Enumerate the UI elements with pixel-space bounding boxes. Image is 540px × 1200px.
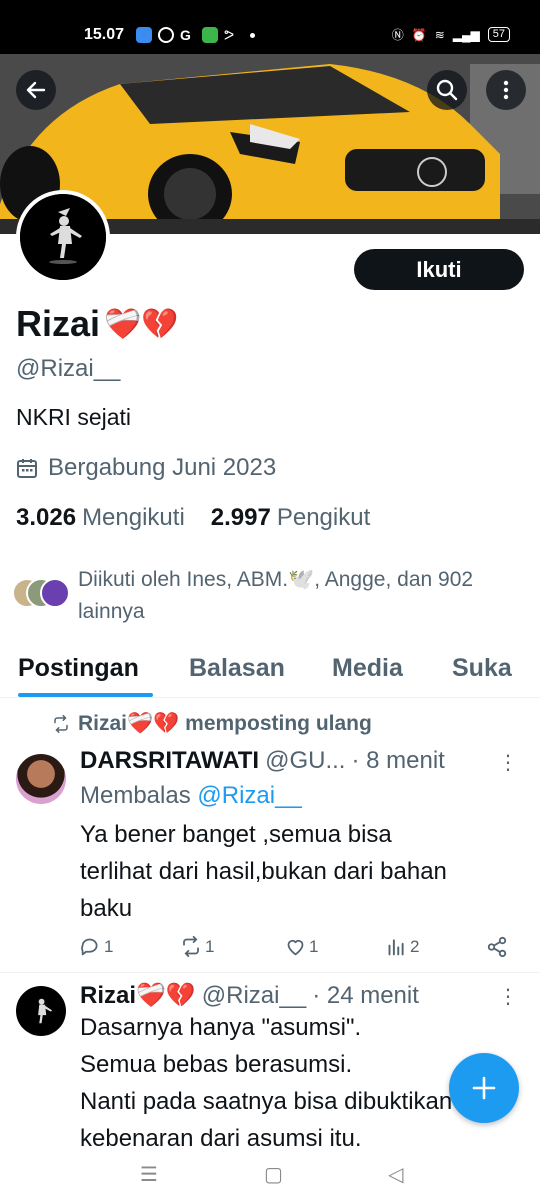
- reply-button[interactable]: 1: [80, 936, 113, 957]
- joined-date: Bergabung Juni 2023: [16, 454, 276, 482]
- post-author-handle[interactable]: @Rizai__: [202, 982, 306, 1010]
- battery-icon: 57: [487, 27, 510, 42]
- reply-context: Membalas @Rizai__: [80, 782, 302, 810]
- post-more-icon[interactable]: ⋮: [498, 750, 518, 775]
- more-options-button[interactable]: [486, 70, 526, 110]
- like-count: 1: [309, 936, 319, 956]
- calendar-icon: [17, 459, 37, 478]
- nfc-icon: Ⓝ: [391, 28, 404, 42]
- post-text-line: Semua bebas berasumsi.: [80, 1051, 353, 1078]
- reply-handle-link[interactable]: @Rizai__: [197, 782, 301, 809]
- share-icon: [487, 936, 507, 958]
- post-author-handle[interactable]: @GU...: [265, 747, 345, 775]
- post-time: · 8 menit: [351, 747, 445, 774]
- profile-name-text: Rizai: [16, 303, 101, 344]
- arrow-left-icon: [26, 81, 46, 99]
- post-actions: 1 1 1 2: [80, 936, 510, 960]
- post-author-avatar[interactable]: [16, 986, 66, 1036]
- plus-icon: [472, 1076, 496, 1100]
- share-button[interactable]: [486, 936, 508, 958]
- tab-postingan[interactable]: Postingan: [18, 654, 139, 683]
- status-bar: 15.07 G ᕗ Ⓝ ⏰ ≋ ▂▄▆ 57: [0, 0, 540, 54]
- post-divider: [0, 972, 540, 973]
- post-text[interactable]: Dasarnya hanya "asumsi". Semua bebas ber…: [80, 1009, 452, 1157]
- tab-suka[interactable]: Suka: [452, 654, 512, 683]
- profile-handle: @Rizai__: [16, 355, 121, 382]
- app-icon: ᕗ: [224, 27, 235, 43]
- repost-icon: [54, 715, 68, 733]
- recent-apps-icon[interactable]: ☰: [140, 1162, 158, 1187]
- followed-by[interactable]: Diikuti oleh Ines, ABM.🕊️, Angge, dan 90…: [12, 564, 512, 626]
- search-icon: [436, 79, 458, 101]
- follow-button[interactable]: Ikuti: [354, 249, 524, 290]
- following-label: Mengikuti: [82, 504, 185, 531]
- profile-avatar[interactable]: [16, 190, 110, 284]
- system-nav-bar: ☰ ▢ ◁: [0, 1148, 540, 1200]
- post-author-avatar[interactable]: [16, 754, 66, 804]
- post-header: Rizai❤️‍🩹💔 @Rizai__ · 24 menit: [80, 981, 419, 1010]
- back-nav-icon[interactable]: ◁: [388, 1162, 403, 1187]
- reply-prefix: Membalas: [80, 782, 191, 809]
- dancer-silhouette-icon: [20, 194, 106, 280]
- followed-by-text: Diikuti oleh Ines, ABM.🕊️, Angge, dan 90…: [78, 568, 474, 623]
- post-text-line: Dasarnya hanya "asumsi".: [80, 1014, 362, 1041]
- home-icon[interactable]: ▢: [264, 1162, 283, 1187]
- status-indicators: Ⓝ ⏰ ≋ ▂▄▆ 57: [392, 26, 510, 43]
- tab-balasan[interactable]: Balasan: [189, 654, 285, 683]
- profile-tabs: Postingan Balasan Media Suka: [0, 648, 540, 698]
- post-text-line: baku: [80, 895, 133, 922]
- views-chart-icon: [388, 939, 404, 956]
- post-text[interactable]: Ya bener banget ,semua bisa terlihat dar…: [80, 816, 447, 927]
- compose-post-button[interactable]: [449, 1053, 519, 1123]
- back-button[interactable]: [16, 70, 56, 110]
- search-button[interactable]: [427, 70, 467, 110]
- post-text-line: Nanti pada saatnya bisa dibuktikan: [80, 1088, 453, 1115]
- views-button[interactable]: 2: [386, 936, 419, 957]
- profile-bio: NKRI sejati: [16, 404, 132, 430]
- post-author-name[interactable]: DARSRITAWATI: [80, 747, 259, 775]
- threads-icon: [158, 27, 174, 43]
- repost-text: Rizai❤️‍🩹💔 memposting ulang: [78, 712, 372, 735]
- heart-icon: [287, 939, 304, 956]
- dancer-silhouette-icon: [38, 998, 53, 1024]
- wifi-icon: ≋: [434, 27, 445, 42]
- active-tab-indicator: [18, 693, 153, 697]
- more-notifications-dot: [250, 33, 255, 38]
- messages-icon: [202, 27, 218, 43]
- followers-count: 2.997: [210, 504, 271, 531]
- like-button[interactable]: 1: [285, 936, 318, 957]
- signal-icon: ▂▄▆: [452, 27, 480, 42]
- alarm-icon: ⏰: [411, 27, 427, 42]
- post-more-icon[interactable]: ⋮: [498, 984, 518, 1009]
- repost-count: 1: [205, 936, 215, 956]
- repost-button[interactable]: 1: [180, 936, 214, 957]
- app-notification-icon: [136, 27, 152, 43]
- google-icon: G: [180, 27, 191, 43]
- reply-icon: [81, 938, 98, 956]
- following-link[interactable]: 3.026 Mengikuti: [16, 504, 185, 532]
- status-time: 15.07: [84, 26, 125, 43]
- repost-icon: [183, 936, 199, 957]
- post-text-line: terlihat dari hasil,bukan dari bahan: [80, 858, 447, 885]
- follow-stats: 3.026 Mengikuti 2.997 Pengikut: [16, 504, 370, 532]
- post-time: · 24 menit: [312, 981, 419, 1009]
- following-count: 3.026: [16, 504, 77, 531]
- follower-avatar: [40, 578, 70, 608]
- profile-name: Rizai ❤️‍🩹💔: [16, 303, 179, 345]
- reply-count: 1: [104, 936, 114, 956]
- profile-name-emojis: ❤️‍🩹💔: [104, 307, 179, 341]
- repost-indicator: Rizai❤️‍🩹💔 memposting ulang: [52, 712, 372, 736]
- tab-media[interactable]: Media: [332, 654, 403, 683]
- post-text-line: Ya bener banget ,semua bisa: [80, 821, 392, 848]
- post-header: DARSRITAWATI @GU... · 8 menit: [80, 747, 445, 775]
- views-count: 2: [410, 936, 420, 956]
- more-vertical-icon: [503, 80, 509, 100]
- followers-link[interactable]: 2.997 Pengikut: [211, 504, 370, 532]
- post-author-name[interactable]: Rizai❤️‍🩹💔: [80, 981, 196, 1010]
- followers-label: Pengikut: [276, 504, 371, 531]
- joined-text: Bergabung Juni 2023: [48, 454, 277, 481]
